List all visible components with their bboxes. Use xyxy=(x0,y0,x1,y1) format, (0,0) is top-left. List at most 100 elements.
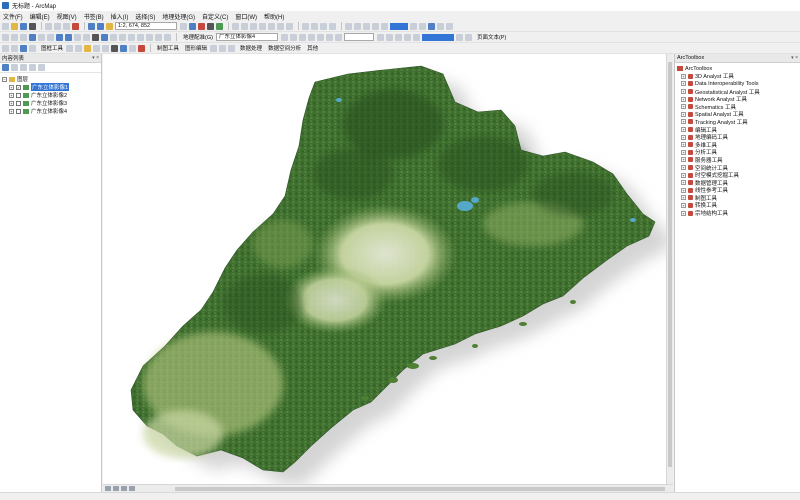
identify-icon[interactable] xyxy=(101,33,108,41)
draw-shape-icon[interactable] xyxy=(102,44,110,52)
select-features-icon[interactable] xyxy=(74,33,81,41)
layout-tool-icon[interactable] xyxy=(345,22,352,30)
add-control-points-icon[interactable] xyxy=(298,33,306,41)
toc-layer-item[interactable]: + 广东立体影像4 xyxy=(0,107,101,115)
georeferencing-menu[interactable]: 地理配准(G) xyxy=(183,33,213,41)
shift-icon[interactable] xyxy=(289,33,297,41)
save-icon[interactable] xyxy=(20,22,27,30)
expand-icon[interactable]: + xyxy=(681,210,686,216)
menu-file[interactable]: 文件(F) xyxy=(3,12,23,21)
find-icon[interactable] xyxy=(110,33,117,41)
add-data-icon[interactable] xyxy=(106,22,113,30)
layout-full-icon[interactable] xyxy=(372,22,379,30)
graph-tool-a-icon[interactable] xyxy=(210,44,218,52)
go-to-xy-icon[interactable] xyxy=(119,33,126,41)
toolbox-item[interactable]: + 宗地结构工具 xyxy=(677,209,800,217)
expand-icon[interactable]: + xyxy=(9,100,14,106)
color-swatch[interactable] xyxy=(390,22,408,30)
toc-layer-item[interactable]: + ✓ 广东立体影像1 xyxy=(0,83,101,91)
draw-callout-icon[interactable] xyxy=(120,44,128,52)
menu-bookmarks[interactable]: 书签(B) xyxy=(84,12,104,21)
draw-point-icon[interactable] xyxy=(66,44,74,52)
vertical-scroll-thumb[interactable] xyxy=(668,62,672,467)
menu-view[interactable]: 视图(V) xyxy=(57,12,77,21)
draw-stop-icon[interactable] xyxy=(138,44,146,52)
transparency-icon[interactable] xyxy=(428,22,435,30)
menu-help[interactable]: 帮助(H) xyxy=(264,12,284,21)
effects-gamma-icon[interactable] xyxy=(403,33,411,41)
graph-edit-menu[interactable]: 图形编辑 xyxy=(185,44,207,52)
graph-tool-b-icon[interactable] xyxy=(219,44,227,52)
horizontal-scroll-thumb[interactable] xyxy=(175,486,665,491)
cut-icon[interactable] xyxy=(45,22,52,30)
list-by-source-icon[interactable] xyxy=(11,64,18,71)
expand-icon[interactable]: + xyxy=(681,73,686,79)
inverse-icon[interactable] xyxy=(325,33,333,41)
map-display[interactable] xyxy=(103,54,666,484)
layer-visibility-checkbox[interactable]: ✓ xyxy=(16,84,21,90)
select-elements-icon[interactable] xyxy=(92,33,99,41)
data-spatial-analysis-menu[interactable]: 数据空间分析 xyxy=(268,44,301,52)
table-of-contents-icon[interactable] xyxy=(189,22,196,30)
auto-hide-icon[interactable]: ▾ xyxy=(791,55,794,61)
layout-view-icon[interactable] xyxy=(113,486,119,491)
layout-pan-icon[interactable] xyxy=(363,22,370,30)
forward-inverse-icon[interactable] xyxy=(334,33,342,41)
expand-icon[interactable]: + xyxy=(9,92,14,98)
new-document-icon[interactable] xyxy=(2,22,9,30)
snap-vertex-icon[interactable] xyxy=(320,22,327,30)
frame-icon[interactable] xyxy=(20,44,27,52)
empty-combo[interactable] xyxy=(343,33,374,41)
draw-marker-icon[interactable] xyxy=(129,44,137,52)
effects-dither-icon[interactable] xyxy=(412,33,420,41)
menu-insert[interactable]: 插入(I) xyxy=(111,12,129,21)
layer-visibility-checkbox[interactable] xyxy=(16,108,21,114)
split-tool-icon[interactable] xyxy=(259,22,266,30)
link-table-icon[interactable] xyxy=(307,33,315,41)
options-icon[interactable] xyxy=(38,64,45,71)
expand-icon[interactable]: + xyxy=(9,84,14,90)
other-menu[interactable]: 其他 xyxy=(307,44,318,52)
expand-icon[interactable]: + xyxy=(681,180,686,186)
catalog-icon[interactable] xyxy=(216,22,223,30)
map-scale-combo[interactable]: 1:2, 674, 852 xyxy=(115,22,177,30)
print-icon[interactable] xyxy=(29,22,36,30)
draw-pen-icon[interactable] xyxy=(84,44,92,52)
menu-customize[interactable]: 自定义(C) xyxy=(202,12,228,21)
full-extent-icon[interactable] xyxy=(29,33,36,41)
expand-icon[interactable]: + xyxy=(681,96,686,102)
stretch-dropdown-icon[interactable] xyxy=(455,33,463,41)
flicker-icon[interactable] xyxy=(446,22,453,30)
expand-icon[interactable]: + xyxy=(681,89,686,95)
expand-icon[interactable]: + xyxy=(681,187,686,193)
python-window-icon[interactable] xyxy=(207,22,214,30)
map-tools-menu[interactable]: 制图工具 xyxy=(157,44,179,52)
swipe-icon[interactable] xyxy=(437,22,444,30)
delete-icon[interactable] xyxy=(72,22,79,30)
snap-edge-icon[interactable] xyxy=(329,22,336,30)
page-text-menu[interactable]: 页面文本(P) xyxy=(477,33,506,41)
copy-icon[interactable] xyxy=(54,22,61,30)
arctoolbox-icon[interactable] xyxy=(198,22,205,30)
draw-line-icon[interactable] xyxy=(75,44,83,52)
clear-selection-icon[interactable] xyxy=(83,33,90,41)
pause-drawing-icon[interactable] xyxy=(129,486,135,491)
pan-icon[interactable] xyxy=(20,33,27,41)
expand-icon[interactable]: + xyxy=(681,104,686,110)
fixed-zoom-in-icon[interactable] xyxy=(38,33,45,41)
back-extent-icon[interactable] xyxy=(56,33,63,41)
rotate-icon[interactable] xyxy=(280,33,288,41)
close-icon[interactable]: × xyxy=(96,55,99,61)
effects-contrast-icon[interactable] xyxy=(376,33,384,41)
expand-icon[interactable]: + xyxy=(681,172,686,178)
vertex-tool-icon[interactable] xyxy=(250,22,257,30)
forward-extent-icon[interactable] xyxy=(65,33,72,41)
layout-zoom-icon[interactable] xyxy=(354,22,361,30)
expand-icon[interactable]: + xyxy=(681,81,686,87)
open-folder-icon[interactable] xyxy=(11,22,18,30)
histogram-icon[interactable] xyxy=(464,33,472,41)
layer-visibility-checkbox[interactable] xyxy=(16,100,21,106)
refresh-icon[interactable] xyxy=(121,486,127,491)
list-by-drawing-order-icon[interactable] xyxy=(2,64,9,71)
georeferencing-layer-combo[interactable]: 广东立体影像4 xyxy=(215,33,278,41)
